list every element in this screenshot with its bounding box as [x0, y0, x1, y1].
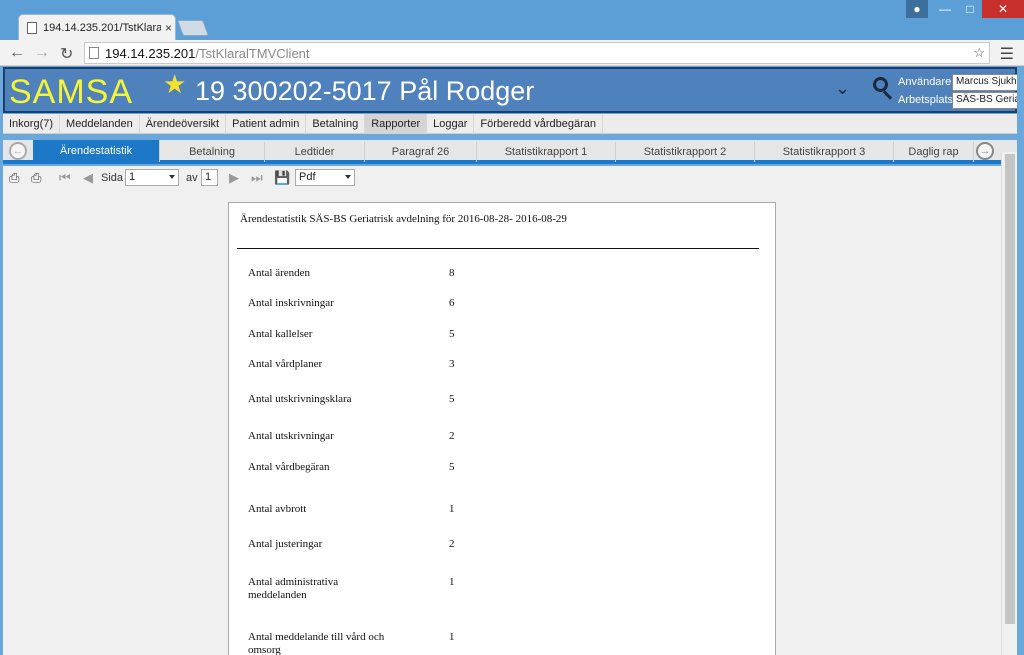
stat-value: 5 [449, 393, 455, 405]
tab-paragraf-26[interactable]: Paragraf 26 [365, 142, 477, 162]
stat-value: 5 [449, 461, 455, 473]
tab-betalning[interactable]: Betalning [160, 142, 265, 162]
stat-label: Antal administrativa meddelanden [248, 576, 339, 601]
url-host: 194.14.235.201 [105, 45, 196, 61]
menu-item-rapporter[interactable]: Rapporter [365, 113, 428, 134]
stat-value: 5 [449, 328, 455, 340]
tab-daglig-rapport[interactable]: Daglig rap [894, 142, 974, 162]
page-icon [89, 47, 99, 59]
stat-value: 2 [449, 430, 455, 442]
window-edge [1017, 67, 1024, 655]
menu-item-loggar[interactable]: Loggar [427, 113, 475, 134]
tab-statistikrapport-3[interactable]: Statistikrapport 3 [755, 142, 894, 162]
close-tab-icon[interactable]: × [165, 21, 172, 35]
stat-label: Antal utskrivningar [248, 430, 334, 442]
tab-statistikrapport-1[interactable]: Statistikrapport 1 [477, 142, 616, 162]
url-input[interactable]: 194.14.235.201 /TstKlaralTMVClient ☆ [84, 42, 990, 64]
menu-item-meddelanden[interactable]: Meddelanden [60, 113, 140, 134]
user-field[interactable]: Marcus Sjukh [952, 74, 1018, 91]
page-icon [27, 21, 37, 34]
stat-label: Antal vårdbegäran [248, 461, 330, 473]
user-label: Användare: [898, 76, 955, 88]
tab-statistikrapport-2[interactable]: Statistikrapport 2 [616, 142, 755, 162]
scroll-tabs-left-icon[interactable]: ← [9, 142, 27, 160]
stat-value: 1 [449, 503, 455, 515]
stat-value: 3 [449, 358, 455, 370]
patient-title: 19 300202-5017 Pål Rodger [195, 76, 535, 106]
menu-item-inkorg[interactable]: Inkorg(7) [3, 113, 61, 134]
stat-label: Antal utskrivningsklara [248, 393, 352, 405]
forward-icon[interactable]: → [34, 44, 50, 62]
browser-titlebar: 194.14.235.201/TstKlaralT × ● — □ ✕ [0, 0, 1024, 40]
report-viewer: ⎙ ⎙ ⏮ ◀ Sida 1 av 1 ▶ ⏭ 💾 Pdf Ärendestat… [3, 166, 1001, 655]
close-window-button[interactable]: ✕ [982, 0, 1024, 18]
export-format-select[interactable]: Pdf [295, 169, 355, 186]
reload-icon[interactable]: ↻ [60, 44, 73, 64]
address-bar: ← → ↻ 194.14.235.201 /TstKlaralTMVClient… [0, 40, 1024, 66]
stat-value: 2 [449, 538, 455, 550]
last-page-icon[interactable]: ⏭ [251, 170, 263, 186]
menu-item-patient-admin[interactable]: Patient admin [226, 113, 307, 134]
report-page: Ärendestatistik SÄS-BS Geriatrisk avdeln… [228, 202, 776, 655]
stat-label: Antal meddelande till vård och omsorg [248, 631, 385, 655]
report-toolbar: ⎙ ⎙ ⏮ ◀ Sida 1 av 1 ▶ ⏭ 💾 Pdf [3, 166, 1001, 190]
stat-value: 6 [449, 297, 455, 309]
scrollbar-thumb[interactable] [1005, 154, 1015, 624]
scroll-tabs-right-icon[interactable]: → [976, 142, 994, 160]
menu-item-forberedd-vardbegaran[interactable]: Förberedd vårdbegäran [474, 113, 603, 134]
bookmark-star-icon[interactable]: ☆ [973, 45, 985, 61]
vertical-scrollbar[interactable] [1001, 152, 1017, 655]
stat-label: Antal inskrivningar [248, 297, 334, 309]
stat-label: Antal kallelser [248, 328, 313, 340]
stat-value: 1 [449, 631, 455, 643]
stat-label: Antal avbrott [248, 503, 307, 515]
app-header: SAMSA ★ 19 300202-5017 Pål Rodger ⌄ Anvä… [3, 67, 1018, 113]
tab-ledtider[interactable]: Ledtider [265, 142, 365, 162]
report-title: Ärendestatistik SÄS-BS Geriatrisk avdeln… [240, 213, 567, 225]
of-label: av [186, 172, 198, 184]
export-format-value: Pdf [299, 171, 316, 183]
browser-menu-icon[interactable]: ☰ [1000, 44, 1014, 64]
menu-item-betalning[interactable]: Betalning [306, 113, 366, 134]
stat-label: Antal justeringar [248, 538, 323, 550]
report-divider [237, 248, 759, 249]
tab-arendestatistik[interactable]: Ärendestatistik [33, 140, 160, 162]
print-preview-icon[interactable]: ⎙ [31, 170, 41, 186]
page-label: Sida [101, 172, 124, 184]
chevron-down-icon[interactable]: ⌄ [835, 78, 850, 99]
new-tab-button[interactable] [177, 20, 209, 36]
workplace-field[interactable]: SÄS-BS Geriat [952, 92, 1018, 109]
maximize-button[interactable]: □ [958, 0, 982, 18]
search-icon[interactable] [873, 77, 895, 103]
favorite-star-icon[interactable]: ★ [163, 69, 186, 100]
first-page-icon[interactable]: ⏮ [59, 170, 71, 186]
user-profile-icon[interactable]: ● [906, 0, 928, 18]
browser-tab[interactable]: 194.14.235.201/TstKlaralT × [18, 14, 176, 40]
report-tabstrip: ← Ärendestatistik Betalning Ledtider Par… [3, 140, 1017, 164]
stat-label: Antal ärenden [248, 267, 310, 279]
stat-label: Antal vårdplaner [248, 358, 323, 370]
url-path: /TstKlaralTMVClient [195, 45, 310, 61]
minimize-button[interactable]: — [932, 0, 958, 18]
next-page-icon[interactable]: ▶ [229, 170, 239, 186]
main-menu: Inkorg(7) Meddelanden Ärendeöversikt Pat… [3, 113, 1017, 134]
browser-tab-title: 194.14.235.201/TstKlaralT [43, 21, 161, 34]
menu-item-arendeoversikt[interactable]: Ärendeöversikt [140, 113, 227, 134]
stat-value: 8 [449, 267, 455, 279]
page-select-value: 1 [129, 171, 136, 183]
workplace-label: Arbetsplats: [898, 94, 957, 106]
stat-value: 1 [449, 576, 455, 588]
save-icon[interactable]: 💾 [274, 170, 290, 186]
page-select[interactable]: 1 [125, 169, 179, 186]
back-icon[interactable]: ← [9, 44, 25, 62]
app-logo: SAMSA [9, 73, 134, 111]
previous-page-icon[interactable]: ◀ [83, 170, 93, 186]
page-count-field: 1 [201, 169, 218, 186]
print-icon[interactable]: ⎙ [9, 170, 19, 186]
